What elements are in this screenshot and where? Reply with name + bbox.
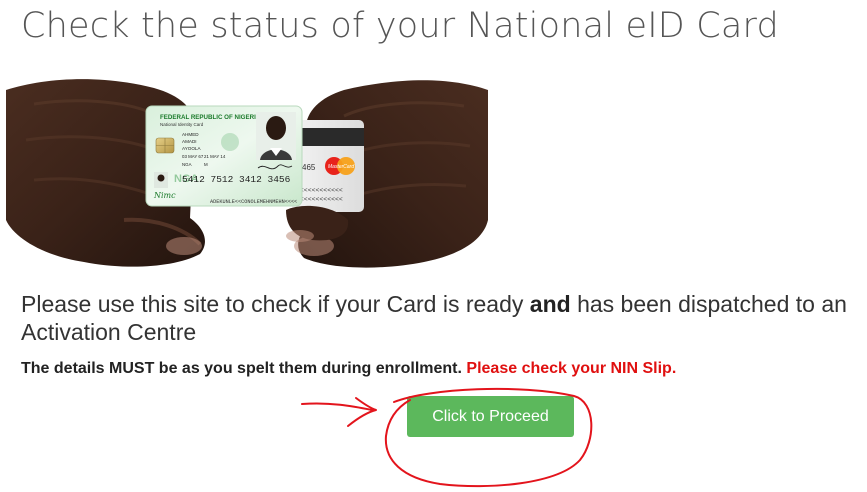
intro-text-start: Please use this site to check if your Ca…: [21, 291, 530, 317]
page-title: Check the status of your National eID Ca…: [21, 6, 779, 46]
card-country: FEDERAL REPUBLIC OF NIGERIA: [160, 114, 261, 121]
enrollment-notice: The details MUST be as you spelt them du…: [21, 360, 676, 378]
notice-warning-text: Please check your NIN Slip.: [466, 360, 677, 377]
svg-text:MasterCard: MasterCard: [328, 164, 354, 170]
card-photo: [256, 112, 296, 160]
card-mrz: ADEKUNLE<<CONOLEMEHNMEHN<<<<: [210, 199, 297, 205]
card-number: 5412 7512 3412 3456: [182, 174, 291, 185]
svg-text:21 MAY 14: 21 MAY 14: [204, 154, 226, 159]
intro-text: Please use this site to check if your Ca…: [21, 290, 867, 346]
annotation-arrow: [301, 397, 377, 427]
hands-holding-eid-card-illustration: 465 MasterCard <<<<<<<<<<<< <<<<<<<<<<<<…: [6, 79, 488, 268]
card-back-mrz: <<<<<<<<<<<<: [296, 187, 343, 194]
click-to-proceed-button[interactable]: Click to Proceed: [407, 396, 574, 437]
svg-text:03 MAY 67: 03 MAY 67: [182, 154, 204, 159]
intro-text-bold: and: [529, 291, 571, 317]
svg-text:<<<<<<<<<<<<: <<<<<<<<<<<<: [296, 196, 343, 203]
card-back: 465 MasterCard <<<<<<<<<<<< <<<<<<<<<<<<: [292, 120, 364, 212]
svg-text:AYOOLA: AYOOLA: [182, 146, 201, 151]
card-type: National Identity Card: [160, 122, 204, 127]
svg-text:AHMED: AHMED: [182, 132, 199, 137]
card-back-number: 465: [302, 163, 316, 172]
hero-image: 465 MasterCard <<<<<<<<<<<< <<<<<<<<<<<<…: [4, 70, 490, 274]
notice-main-text: The details MUST be as you spelt them du…: [21, 360, 467, 377]
svg-text:M: M: [204, 162, 208, 167]
svg-text:AMADI: AMADI: [182, 139, 197, 144]
svg-text:NGA: NGA: [182, 162, 192, 167]
mastercard-logo: MasterCard: [325, 157, 355, 175]
